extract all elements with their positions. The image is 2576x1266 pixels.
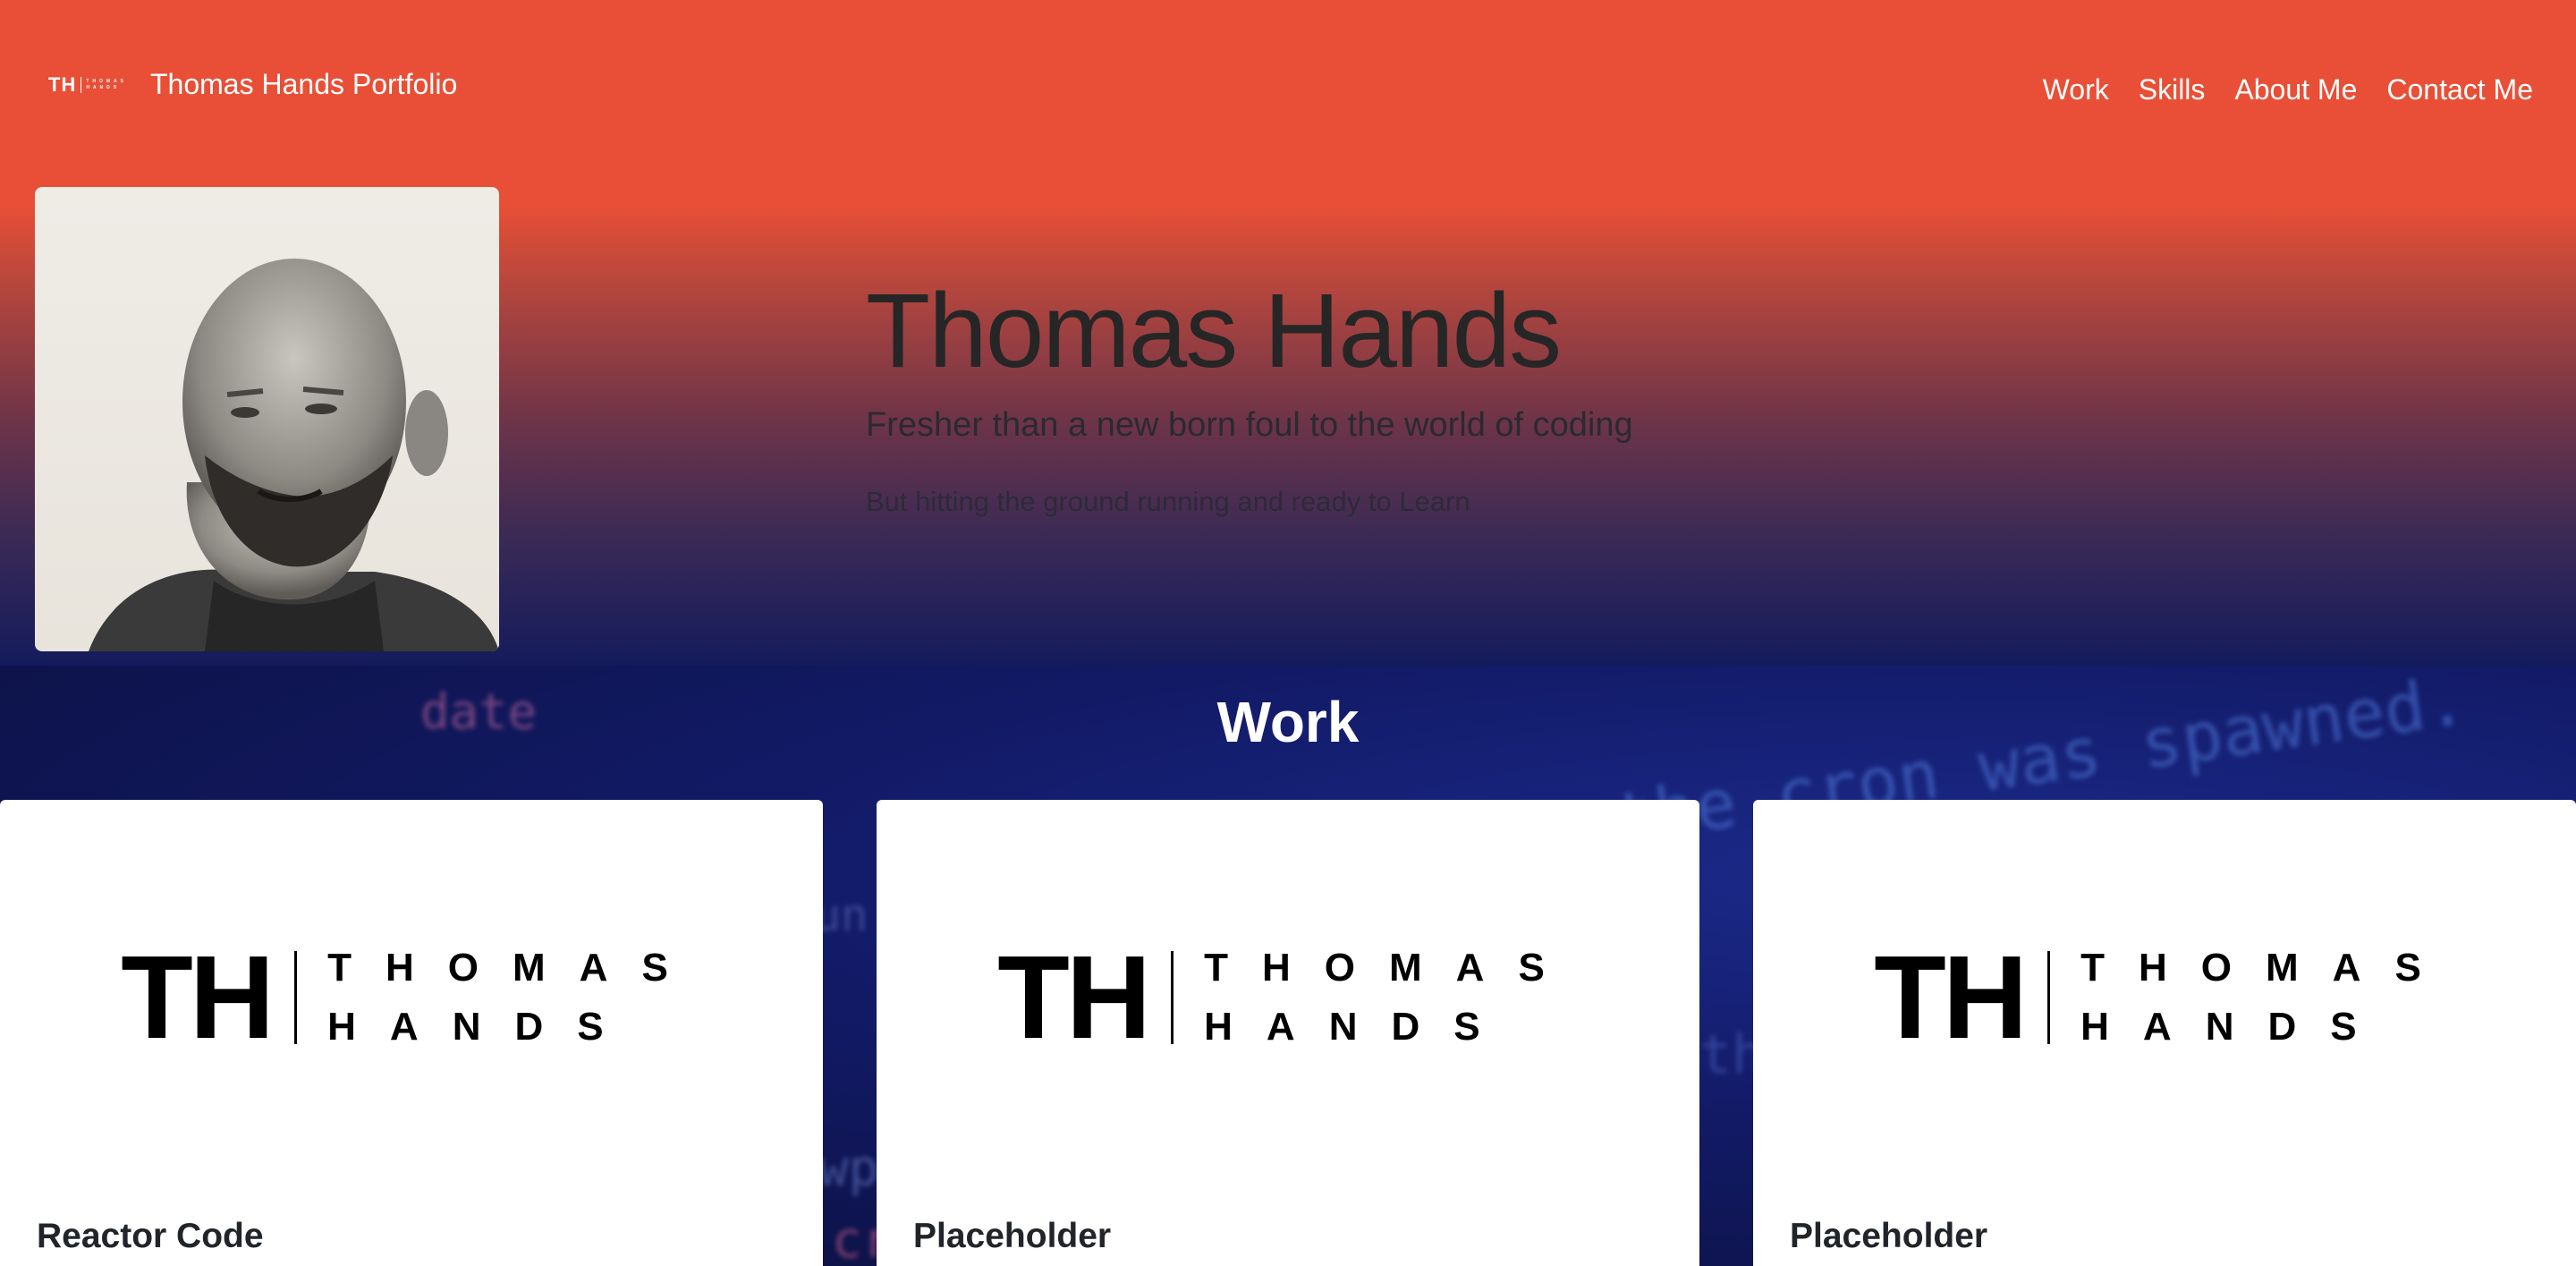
card-title: Placeholder [1790,1217,1988,1255]
navbar: TH THOMAS HANDS Thomas Hands Portfolio W… [0,0,2576,179]
hero-text: Thomas Hands Fresher than a new born fou… [866,268,1633,518]
portrait-illustration [89,259,499,651]
brand-logo-words: THOMAS HANDS [86,79,127,91]
work-heading: Work [1216,690,1360,754]
brand-logo-mark: TH [48,72,77,96]
brand-logo-divider [80,76,82,93]
code-text: wp [818,1140,879,1198]
brand-logo-word: THOMAS [86,78,127,84]
card-logo-mark: TH [1874,931,2028,1063]
card-logo-mark: TH [997,931,1151,1063]
work-card[interactable]: TH THOMAS HANDS Reactor Code [0,800,823,1266]
card-logo-word: HANDS [327,1005,638,1049]
card-title: Reactor Code [37,1217,264,1255]
card-logo: TH THOMAS HANDS [0,931,823,1063]
brand-logo: TH THOMAS HANDS [48,73,127,97]
hero-section: TH THOMAS HANDS Thomas Hands Portfolio W… [0,0,2576,666]
card-logo-word: HANDS [2080,1005,2391,1049]
nav-link-skills[interactable]: Skills [2139,73,2206,106]
card-logo-divider [1171,951,1174,1044]
card-logo-word: THOMAS [1204,946,1579,990]
card-title: Placeholder [913,1217,1112,1255]
card-logo-word: HANDS [1204,1005,1514,1049]
brand-logo-word: HANDS [86,84,121,90]
card-logo-words: THOMAS HANDS [1204,943,1579,1052]
nav-link-work[interactable]: Work [2043,73,2109,106]
card-logo-words: THOMAS HANDS [327,943,702,1052]
nav-links: Work Skills About Me Contact Me [2043,73,2533,106]
card-logo-divider [2047,951,2051,1044]
card-logo: TH THOMAS HANDS [877,931,1699,1063]
nav-link-contact-me[interactable]: Contact Me [2386,73,2533,106]
card-logo-mark: TH [121,931,275,1063]
card-logo-divider [294,951,298,1044]
hero-subtext: But hitting the ground running and ready… [866,486,1470,517]
work-card[interactable]: TH THOMAS HANDS Placeholder [1753,800,2576,1266]
card-logo-word: THOMAS [2080,946,2455,990]
card-logo: TH THOMAS HANDS [1753,931,2576,1063]
hero-name: Thomas Hands [866,272,1562,390]
brand-link[interactable]: TH THOMAS HANDS Thomas Hands Portfolio [48,68,457,101]
brand-title: Thomas Hands Portfolio [150,68,458,100]
card-logo-words: THOMAS HANDS [2080,943,2455,1052]
card-logo-word: THOMAS [327,946,702,990]
work-card[interactable]: TH THOMAS HANDS Placeholder [877,800,1699,1266]
profile-photo [35,187,499,651]
hero-tagline: Fresher than a new born foul to the worl… [866,406,1633,444]
nav-link-about-me[interactable]: About Me [2234,73,2357,106]
